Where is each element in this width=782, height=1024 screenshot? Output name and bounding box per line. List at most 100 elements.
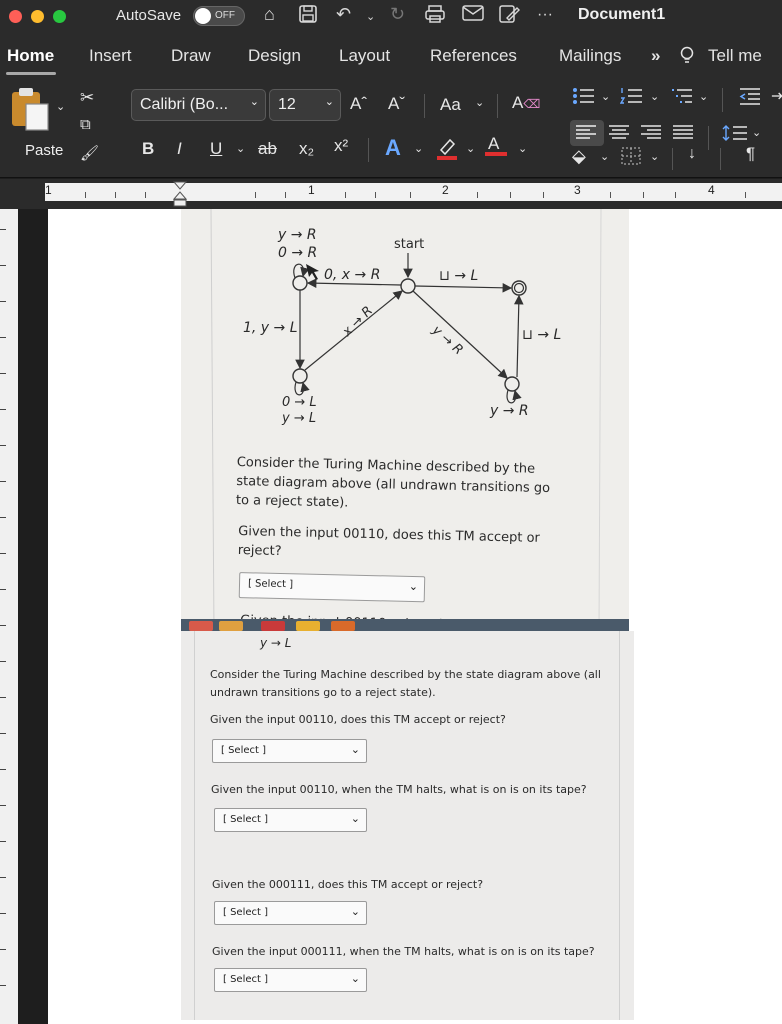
line-spacing-icon[interactable] (722, 124, 748, 147)
redo-icon[interactable]: ↻ (390, 4, 405, 25)
vertical-ruler[interactable] (0, 209, 18, 1024)
answer-select[interactable]: [ Select ] ⌄ (214, 808, 367, 832)
home-icon[interactable]: ⌂ (264, 4, 275, 25)
show-formatting-button[interactable]: ¶ (746, 144, 755, 164)
diagram-label: y → R (490, 403, 529, 419)
copy-icon[interactable]: ⧉ (80, 116, 91, 133)
ruler-tick (0, 733, 6, 734)
paste-dropdown-icon[interactable]: ⌄ (56, 100, 65, 113)
underline-button[interactable]: U (210, 139, 222, 159)
borders-dropdown-icon[interactable]: ⌄ (650, 150, 659, 163)
effects-dropdown-icon[interactable]: ⌄ (414, 142, 423, 155)
multilevel-dropdown-icon[interactable]: ⌄ (699, 90, 708, 103)
pasted-photo-bottom[interactable]: y → L Consider the Turing Machine descri… (181, 631, 634, 1020)
answer-select[interactable]: [ Select ] ⌄ (214, 901, 367, 925)
more-icon[interactable]: ··· (537, 6, 553, 24)
tell-me-search[interactable]: Tell me (708, 46, 762, 66)
clipboard-icon (12, 88, 49, 131)
numbering-icon[interactable] (619, 86, 644, 111)
strikethrough-button[interactable]: ab (258, 139, 277, 159)
shading-icon[interactable]: ⬙ (572, 146, 586, 167)
tab-layout[interactable]: Layout (339, 46, 390, 66)
diagram-label: ⊔ → L (439, 268, 479, 284)
numbering-dropdown-icon[interactable]: ⌄ (650, 90, 659, 103)
tab-design[interactable]: Design (248, 46, 301, 66)
ruler-tick (0, 337, 6, 338)
superscript-button[interactable]: x² (334, 136, 348, 156)
ruler-tick (0, 301, 6, 302)
bold-button[interactable]: B (142, 139, 154, 159)
shading-dropdown-icon[interactable]: ⌄ (600, 150, 609, 163)
align-right-button[interactable] (640, 124, 662, 145)
italic-button[interactable]: I (177, 139, 182, 159)
paste-button[interactable]: Paste (8, 84, 68, 162)
align-left-button[interactable] (570, 120, 604, 146)
case-dropdown-icon[interactable]: ⌄ (475, 96, 484, 109)
answer-select[interactable]: [ Select ] ⌄ (238, 572, 426, 603)
mail-icon[interactable] (462, 4, 484, 27)
print-icon[interactable] (424, 4, 446, 29)
dock-app-icon (331, 621, 355, 631)
indent-marker[interactable] (172, 181, 188, 212)
line-spacing-dropdown-icon[interactable]: ⌄ (752, 126, 761, 139)
format-painter-icon[interactable]: 🖌 (80, 144, 99, 162)
increase-indent-icon[interactable]: ⇥ (771, 86, 782, 106)
text-effects-button[interactable]: A (385, 135, 401, 161)
close-window-button[interactable] (9, 9, 22, 23)
font-dropdown-icon: ⌄ (249, 96, 259, 108)
change-case-button[interactable]: Aa (440, 95, 461, 115)
sort-icon[interactable]: ↓ (688, 145, 696, 163)
cut-icon[interactable]: ✂ (80, 88, 94, 108)
borders-icon[interactable] (620, 146, 642, 171)
subscript-button[interactable]: x₂ (299, 139, 314, 159)
justify-button[interactable] (672, 124, 694, 145)
font-size-select[interactable]: 12 ⌄ (269, 89, 341, 121)
underline-dropdown-icon[interactable]: ⌄ (236, 142, 245, 155)
undo-icon[interactable]: ↶ (336, 4, 351, 25)
clear-formatting-icon[interactable]: A⌫ (512, 93, 540, 113)
grow-font-button[interactable]: Aˆ (350, 94, 367, 114)
zoom-window-button[interactable] (53, 9, 66, 23)
tab-home[interactable]: Home (7, 46, 54, 66)
select-placeholder: [ Select ] (223, 907, 269, 918)
multilevel-list-icon[interactable] (670, 86, 694, 111)
ruler-number: 1 (308, 183, 315, 197)
more-tabs-button[interactable]: » (651, 46, 660, 66)
start-state-node (400, 278, 416, 294)
highlight-icon[interactable] (436, 136, 458, 165)
dock-app-icon (219, 621, 243, 631)
decrease-indent-icon[interactable] (738, 86, 762, 111)
horizontal-ruler[interactable]: 1 1 2 3 4 (0, 179, 782, 209)
font-color-dropdown-icon[interactable]: ⌄ (518, 142, 527, 155)
tab-mailings[interactable]: Mailings (559, 46, 621, 66)
edit-doc-icon[interactable] (498, 4, 520, 29)
paste-label: Paste (25, 142, 64, 159)
question-text: Given the 000111, does this TM accept or… (212, 878, 484, 891)
answer-select[interactable]: [ Select ] ⌄ (214, 968, 367, 992)
photo-edge-line (194, 631, 195, 1020)
chevron-down-icon: ⌄ (350, 972, 360, 985)
tab-insert[interactable]: Insert (89, 46, 132, 66)
font-name-select[interactable]: Calibri (Bo... ⌄ (131, 89, 266, 121)
ruler-tick (0, 625, 6, 626)
answer-select[interactable]: [ Select ] ⌄ (212, 739, 367, 763)
select-placeholder: [ Select ] (223, 974, 269, 985)
pasted-photo-top[interactable]: y → R 0 → R start 0, x → R ⊔ → L 1, y → … (181, 209, 629, 633)
font-size-value: 12 (278, 96, 296, 113)
bullets-icon[interactable] (572, 86, 596, 111)
minimize-window-button[interactable] (31, 9, 44, 23)
ruler-tick (0, 517, 6, 518)
align-center-button[interactable] (608, 124, 630, 145)
highlight-dropdown-icon[interactable]: ⌄ (466, 142, 475, 155)
autosave-toggle[interactable]: OFF (193, 6, 245, 26)
ruler-number: 1 (45, 183, 52, 197)
save-icon[interactable] (298, 4, 318, 29)
undo-dropdown-icon[interactable]: ⌄ (366, 10, 375, 23)
shrink-font-button[interactable]: Aˇ (388, 94, 405, 114)
chevron-down-icon: ⌄ (408, 579, 419, 594)
tab-draw[interactable]: Draw (171, 46, 211, 66)
bullets-dropdown-icon[interactable]: ⌄ (601, 90, 610, 103)
font-color-button[interactable]: A (485, 134, 507, 156)
ruler-tick (145, 192, 146, 198)
tab-references[interactable]: References (430, 46, 517, 66)
